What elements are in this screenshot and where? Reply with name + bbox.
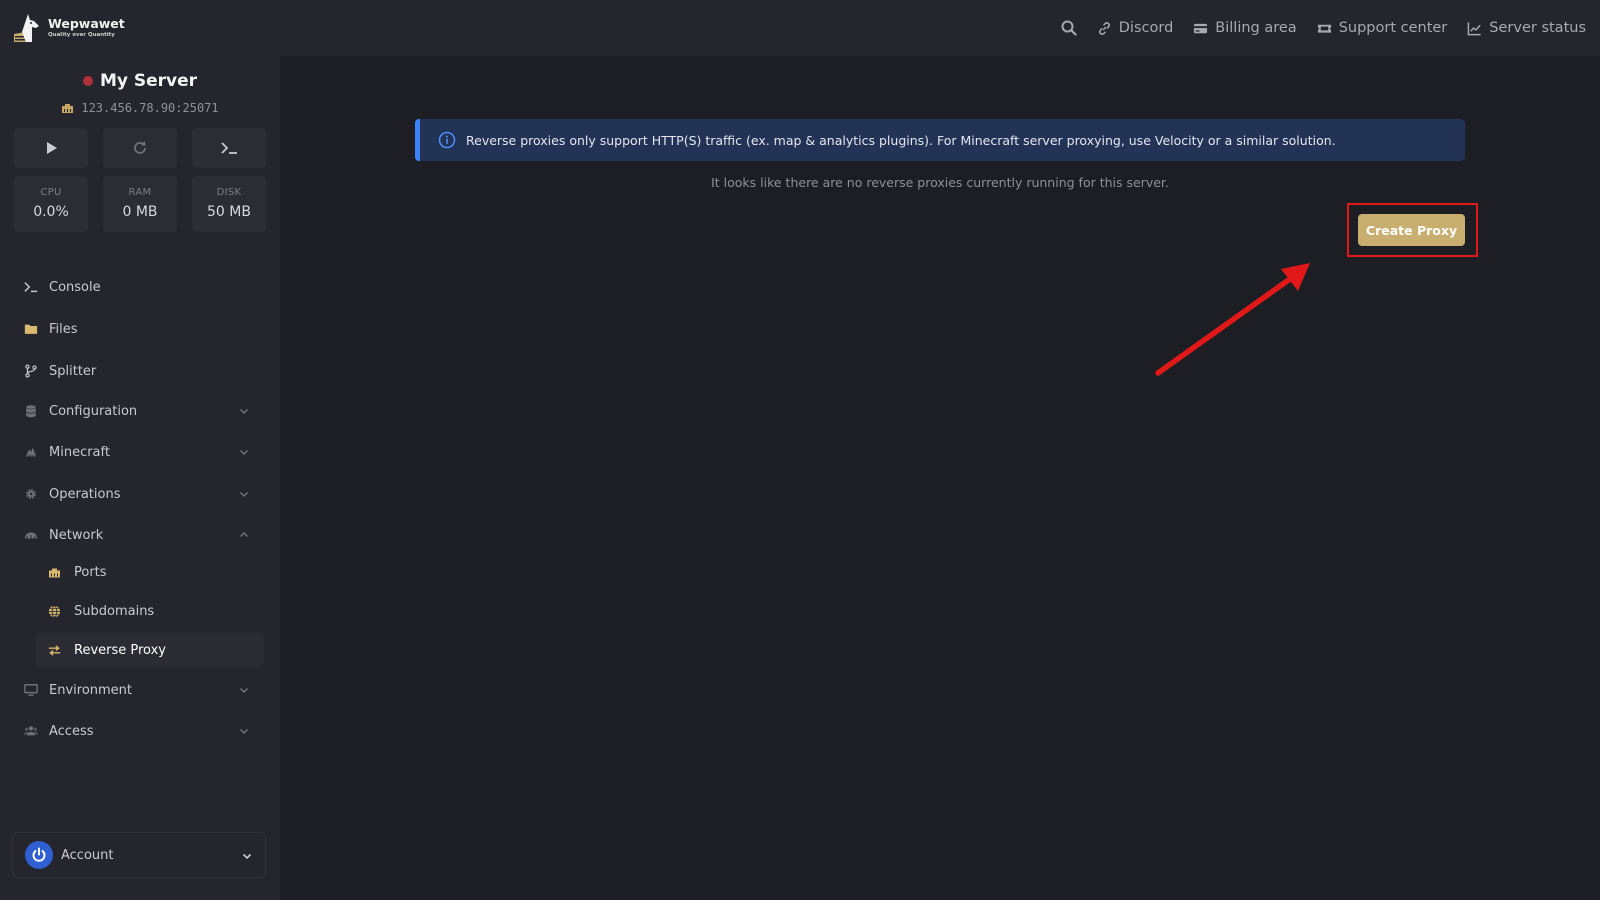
info-alert: Reverse proxies only support HTTP(S) tra… (415, 119, 1465, 161)
console-button[interactable] (192, 128, 266, 168)
create-proxy-button[interactable]: Create Proxy (1358, 214, 1465, 246)
minecraft-icon (23, 444, 39, 460)
sidebar-item-access[interactable]: Access (12, 713, 264, 749)
account-menu[interactable]: Account (12, 832, 266, 878)
ethernet-icon (46, 564, 62, 580)
sidebar-item-console[interactable]: Console (12, 269, 264, 305)
link-icon (1098, 21, 1110, 35)
info-alert-text: Reverse proxies only support HTTP(S) tra… (466, 132, 1336, 148)
play-icon (47, 142, 57, 154)
info-circle-icon (438, 131, 456, 149)
network-icon (23, 527, 39, 543)
main-content: Reverse proxies only support HTTP(S) tra… (280, 56, 1600, 900)
support-center-link-label: Support center (1338, 20, 1448, 36)
jackal-logo-icon (14, 14, 39, 42)
sidebar-item-label: Access (49, 723, 94, 739)
disk-stat: DISK 50 MB (192, 176, 266, 232)
server-address-text: 123.456.78.90:25071 (81, 101, 219, 115)
ram-stat-label: RAM (128, 187, 152, 198)
discord-link[interactable]: Discord (1097, 20, 1174, 36)
monitor-icon (23, 682, 39, 698)
chevron-up-icon (239, 531, 249, 538)
sidebar-item-label: Operations (49, 486, 121, 502)
sidebar-item-operations[interactable]: Operations (12, 476, 264, 512)
search-icon (1061, 20, 1077, 36)
sidebar-item-label: Splitter (49, 363, 97, 379)
billing-area-link[interactable]: Billing area (1193, 20, 1297, 36)
brand-tagline: Quality over Quantity (48, 31, 115, 38)
sidebar-item-label: Console (49, 279, 101, 295)
sidebar-item-label: Subdomains (74, 603, 155, 619)
chevron-down-icon (239, 449, 249, 456)
avatar (25, 841, 53, 869)
code-branch-icon (23, 363, 39, 379)
start-button[interactable] (14, 128, 88, 168)
folder-icon (23, 321, 39, 337)
sidebar-item-files[interactable]: Files (12, 311, 264, 347)
sidebar-item-label: Network (49, 527, 104, 543)
sidebar-item-ports[interactable]: Ports (36, 555, 264, 589)
server-status-dot (82, 76, 93, 86)
chevron-down-icon (239, 491, 249, 498)
billing-area-link-label: Billing area (1215, 20, 1297, 36)
chevron-down-icon (239, 408, 249, 415)
sidebar-item-label: Files (49, 321, 78, 337)
brand-name: Wepwawet (48, 16, 125, 31)
server-status-link[interactable]: Server status (1467, 20, 1586, 36)
sidebar-item-splitter[interactable]: Splitter (12, 353, 264, 389)
terminal-icon (23, 279, 39, 295)
sidebar-item-label: Minecraft (49, 444, 110, 460)
gear-icon (23, 486, 39, 502)
chevron-down-icon (239, 728, 249, 735)
brand-logo[interactable]: Wepwawet Quality over Quantity (12, 12, 125, 44)
database-icon (23, 403, 39, 419)
sidebar: My Server 123.456.78.90:25071 CPU 0.0% R… (0, 56, 280, 900)
sidebar-item-label: Reverse Proxy (74, 642, 166, 658)
cpu-stat: CPU 0.0% (14, 176, 88, 232)
chart-line-icon (1467, 21, 1481, 35)
terminal-icon (221, 142, 237, 154)
server-title: My Server (0, 71, 280, 91)
account-label: Account (61, 847, 114, 863)
chevron-down-icon (242, 853, 252, 860)
sidebar-item-label: Environment (49, 682, 133, 698)
server-status-link-label: Server status (1489, 20, 1586, 36)
server-name: My Server (99, 71, 198, 91)
globe-icon (46, 603, 62, 619)
ram-stat: RAM 0 MB (103, 176, 177, 232)
search-button[interactable] (1061, 20, 1077, 36)
credit-card-icon (1194, 23, 1208, 33)
restart-icon (134, 141, 146, 154)
ticket-icon (1317, 24, 1331, 33)
users-icon (23, 723, 39, 739)
arrows-exchange-icon (46, 642, 62, 658)
annotation-arrow-icon (1155, 263, 1310, 376)
empty-state-text: It looks like there are no reverse proxi… (711, 175, 1169, 190)
sidebar-item-subdomains[interactable]: Subdomains (36, 594, 264, 628)
ethernet-icon (62, 104, 74, 113)
disk-stat-value: 50 MB (207, 204, 251, 220)
discord-link-label: Discord (1118, 20, 1174, 36)
server-address[interactable]: 123.456.78.90:25071 (0, 101, 280, 115)
cpu-stat-value: 0.0% (33, 204, 69, 220)
top-bar: Wepwawet Quality over Quantity Discord B… (0, 0, 1600, 56)
cpu-stat-label: CPU (40, 187, 62, 198)
restart-button[interactable] (103, 128, 177, 168)
sidebar-item-network[interactable]: Network (12, 517, 264, 553)
sidebar-item-label: Configuration (49, 403, 138, 419)
power-icon (32, 847, 46, 862)
sidebar-item-minecraft[interactable]: Minecraft (12, 434, 264, 470)
ram-stat-value: 0 MB (122, 204, 158, 220)
support-center-link[interactable]: Support center (1317, 20, 1448, 36)
chevron-down-icon (239, 687, 249, 694)
sidebar-item-environment[interactable]: Environment (12, 672, 264, 708)
sidebar-item-label: Ports (74, 564, 107, 580)
top-nav: Discord Billing area Support center Serv… (1061, 0, 1586, 56)
sidebar-item-reverse-proxy[interactable]: Reverse Proxy (36, 633, 264, 667)
sidebar-item-configuration[interactable]: Configuration (12, 393, 264, 429)
disk-stat-label: DISK (216, 187, 242, 198)
